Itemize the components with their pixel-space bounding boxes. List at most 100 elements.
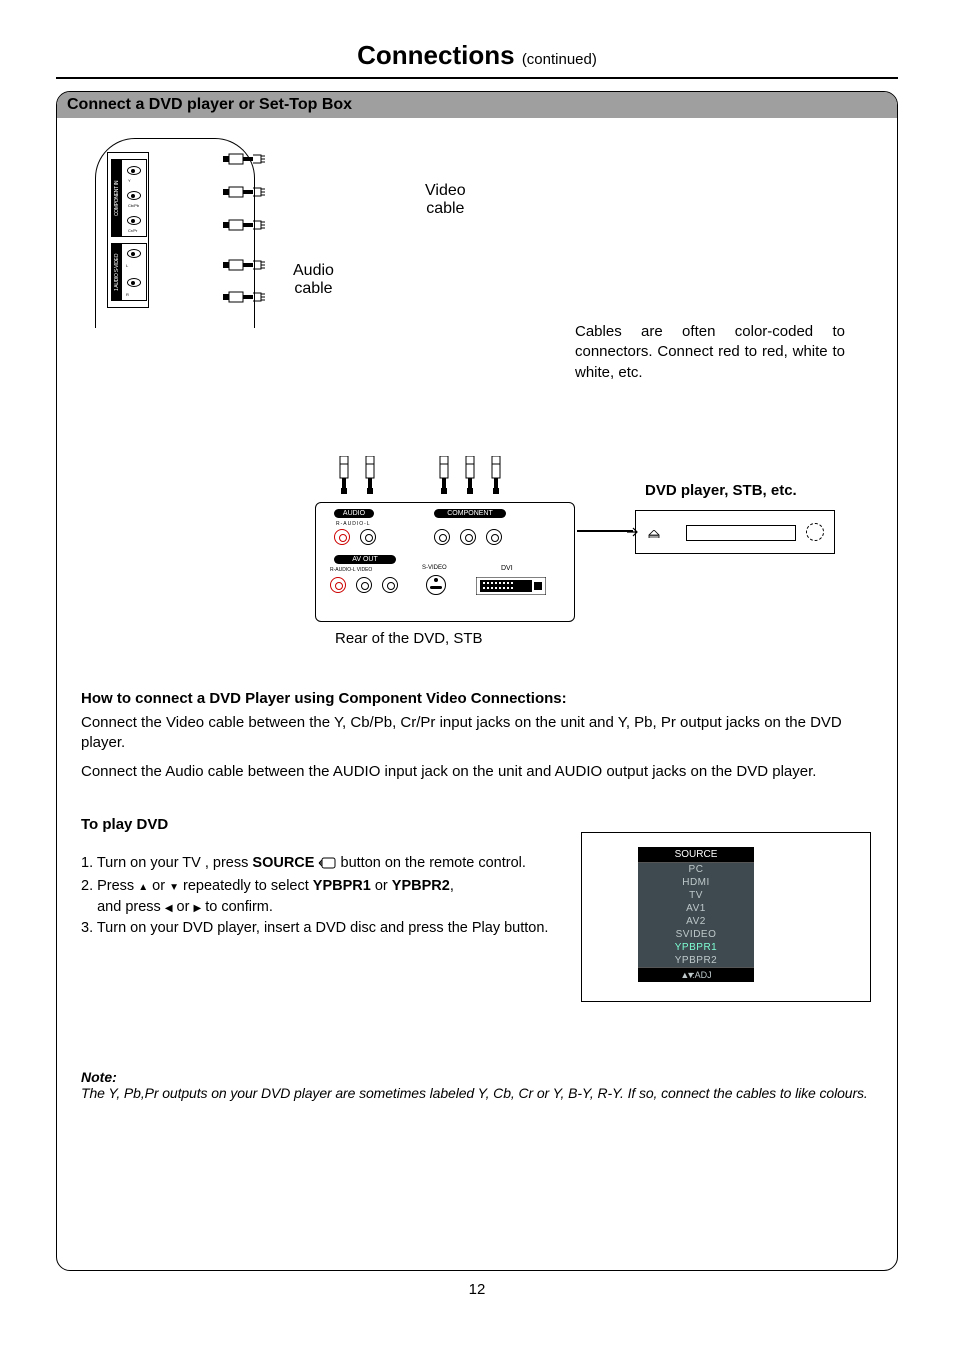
osd-item: TV: [638, 889, 754, 902]
title-continued: (continued): [522, 51, 597, 68]
t: or: [173, 899, 194, 915]
t: or: [148, 878, 169, 894]
dvi-label: DVI: [501, 565, 513, 572]
jack-l: [127, 249, 141, 258]
rear-avout-chip: AV OUT: [334, 555, 396, 564]
audio-cable-label: Audio cable: [293, 262, 334, 297]
jack-cr: [127, 216, 141, 225]
osd-item: AV1: [638, 902, 754, 915]
rca-jack: [356, 577, 372, 593]
source-button-icon: [318, 855, 336, 876]
howto-line2: Connect the Audio cable between the AUDI…: [81, 762, 873, 782]
dvd-rear-panel: AUDIO R-AUDIO-L COMPONENT AV OUT R-AUDIO…: [315, 502, 575, 622]
rear-audio-chip: AUDIO: [334, 509, 374, 518]
plug-icon: [337, 456, 351, 498]
audio-in-group: 1 AUDIO S-VIDEO L R: [111, 243, 147, 301]
down-triangle-icon: ▼: [169, 882, 179, 893]
t: and press: [81, 899, 165, 915]
osd-item: YPBPR1: [638, 941, 754, 954]
left-triangle-icon: ◀: [165, 903, 173, 914]
updown-arrows-icon: ▲▼: [680, 970, 692, 980]
disc-tray: [686, 525, 796, 541]
up-triangle-icon: ▲: [138, 882, 148, 893]
osd-item: SVIDEO: [638, 928, 754, 941]
jack-y-label: Y: [128, 178, 131, 183]
page-title: Connections (continued): [56, 40, 898, 71]
audio-cable-label-l2: cable: [294, 280, 332, 297]
note-section: Note: The Y, Pb,Pr outputs on your DVD p…: [81, 1069, 873, 1101]
jack-r-label: R: [126, 292, 129, 297]
howto-line1: Connect the Video cable between the Y, C…: [81, 713, 873, 754]
plug-icon: [223, 290, 271, 302]
rca-jack: [460, 529, 476, 545]
play-heading: To play DVD: [81, 816, 873, 833]
jack-r: [127, 278, 141, 287]
plug-icon: [489, 456, 503, 498]
rca-jack: [334, 529, 350, 545]
video-cable-label-l1: Video: [425, 182, 466, 199]
component-in-label: COMPONENT IN: [112, 160, 122, 236]
osd-item: HDMI: [638, 876, 754, 889]
video-cable-label: Video cable: [425, 182, 466, 217]
jack-cr-label: Cr/Pr: [128, 228, 137, 233]
audio-cable-label-l1: Audio: [293, 262, 334, 279]
jack-cb-label: Cb/Pb: [128, 203, 139, 208]
dvd-knob: [806, 523, 824, 541]
plug-icon: [223, 218, 271, 230]
osd-item: YPBPR2: [638, 954, 754, 967]
dvd-player-label: DVD player, STB, etc.: [645, 482, 797, 499]
svideo-jack: [426, 575, 446, 595]
page-number: 12: [56, 1281, 898, 1298]
osd-item: PC: [638, 863, 754, 876]
dvd-player-outline: [635, 510, 835, 554]
rca-jack: [360, 529, 376, 545]
rear-panel-caption: Rear of the DVD, STB: [335, 630, 483, 647]
plug-icon: [223, 152, 271, 164]
plug-icon: [223, 185, 271, 197]
rear-audio-sub: R-AUDIO-L: [336, 521, 371, 527]
t: to confirm.: [201, 899, 273, 915]
t: ,: [450, 878, 454, 894]
arrow-icon: [627, 525, 639, 543]
rca-jack: [434, 529, 450, 545]
component-in-group: COMPONENT IN Y Cb/Pb Cr/Pr: [111, 159, 147, 237]
svideo-label: S-VIDEO: [422, 565, 447, 571]
t: or: [371, 878, 392, 894]
connector-line: [577, 530, 633, 532]
source-osd-menu: SOURCE PCHDMITVAV1AV2SVIDEOYPBPR1YPBPR2 …: [638, 847, 754, 982]
rear-component-chip: COMPONENT: [434, 509, 506, 518]
plug-icon: [363, 456, 377, 498]
ypbpr2-keyword: YPBPR2: [392, 878, 450, 894]
manual-page: Connections (continued) Connect a DVD pl…: [0, 0, 954, 1328]
video-cable-label-l2: cable: [426, 200, 464, 217]
howto-heading: How to connect a DVD Player using Compon…: [81, 690, 873, 707]
rca-jack: [486, 529, 502, 545]
connection-diagram: COMPONENT IN Y Cb/Pb Cr/Pr 1 AUDIO S-VID…: [75, 132, 879, 672]
source-keyword: SOURCE: [252, 855, 314, 871]
eject-icon: [648, 525, 660, 533]
jack-cb: [127, 191, 141, 200]
title-rule: [56, 77, 898, 79]
osd-header: SOURCE: [638, 847, 754, 863]
ypbpr1-keyword: YPBPR1: [313, 878, 371, 894]
osd-footer: ▲▼:ADJ: [638, 967, 754, 982]
display-unit-port-panel: COMPONENT IN Y Cb/Pb Cr/Pr 1 AUDIO S-VID…: [107, 152, 149, 308]
t: button on the remote control.: [341, 855, 526, 871]
cable-color-note: Cables are often color-coded to connecto…: [575, 322, 845, 383]
rca-jack: [382, 577, 398, 593]
plug-icon: [463, 456, 477, 498]
plug-icon: [223, 258, 271, 270]
dvi-jack: [476, 577, 546, 595]
note-body: The Y, Pb,Pr outputs on your DVD player …: [81, 1085, 873, 1101]
audio-in-label: 1 AUDIO S-VIDEO: [112, 244, 122, 300]
section-heading-bar: Connect a DVD player or Set-Top Box: [57, 92, 897, 118]
rca-jack: [330, 577, 346, 593]
title-main: Connections: [357, 40, 514, 70]
osd-item: AV2: [638, 915, 754, 928]
t: 1. Turn on your TV , press: [81, 855, 252, 871]
rear-avout-sub: R-AUDIO-L VIDEO: [330, 567, 372, 573]
t: repeatedly to select: [179, 878, 313, 894]
content-frame: Connect a DVD player or Set-Top Box COMP…: [56, 91, 898, 1271]
osd-panel-frame: SOURCE PCHDMITVAV1AV2SVIDEOYPBPR1YPBPR2 …: [581, 832, 871, 1002]
osd-footer-text: :ADJ: [692, 970, 712, 980]
